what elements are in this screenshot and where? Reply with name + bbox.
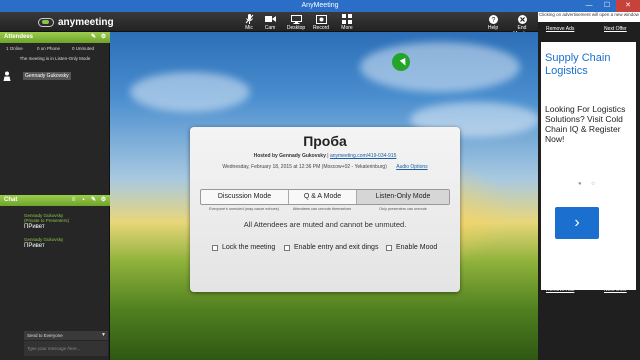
more-button[interactable]: More — [334, 14, 360, 31]
meeting-datetime: Wednesday, February 18, 2015 at 12:36 PM… — [222, 164, 387, 170]
presenter-icon — [3, 71, 11, 83]
maximize-button[interactable]: ☐ — [598, 0, 616, 12]
chat-input[interactable]: Type your message here... — [24, 341, 108, 356]
window-title: AnyMeeting — [301, 2, 339, 9]
ad-note: Clicking on advertisement will open a ne… — [538, 12, 640, 22]
chat-gear-icon[interactable]: ⚙ — [100, 197, 107, 204]
listen-only-mode-desc: Only presenters can unmute — [379, 207, 427, 211]
qa-mode-desc: Attendees can unmute themselves — [292, 207, 352, 211]
attendee-name: Gennady Gukovsky — [23, 72, 71, 80]
help-icon: ? — [480, 14, 506, 24]
qa-mode-button[interactable]: Q & A Mode — [289, 190, 357, 204]
send-to-select[interactable]: Send to Everyone ▼ — [24, 331, 108, 340]
meeting-stage: Проба Hosted by Gennady Gukovsky | anyme… — [110, 32, 538, 360]
attendees-title: Attendees — [4, 34, 34, 40]
ad-links-bottom: Remove Ads Next Offer — [538, 287, 640, 297]
entry-exit-dings-option[interactable]: Enable entry and exit dings — [284, 244, 378, 251]
desktop-label: Desktop — [286, 25, 306, 31]
ad-body: Looking For Logistics Solutions? Visit C… — [545, 104, 626, 144]
audio-options-link[interactable]: Audio Options — [396, 164, 427, 170]
gear-icon[interactable]: ⚙ — [100, 34, 107, 41]
host-name: Gennady Gukovsky — [279, 153, 326, 159]
more-icon — [334, 14, 360, 24]
advertisement[interactable]: Supply Chain Logistics Looking For Logis… — [541, 42, 636, 290]
help-button[interactable]: ? Help — [480, 14, 506, 31]
ad-title[interactable]: Supply Chain Logistics — [545, 52, 633, 78]
meeting-link[interactable]: anymeeting.com/419-034-915 — [330, 153, 396, 159]
online-count: 1 Online — [6, 46, 23, 51]
phone-count: 0 on Phone — [37, 46, 61, 51]
chat-text: ПРивет — [24, 243, 45, 249]
svg-text:?: ? — [491, 17, 495, 24]
toolbar: anymeeting Mic Cam Desktop Record More ? — [0, 12, 538, 37]
listen-only-note: The meeting is in Listen-Only Mode — [19, 56, 91, 61]
desktop-button[interactable]: Desktop — [283, 14, 309, 31]
logo-text: anymeeting — [58, 16, 114, 28]
record-label: Record — [312, 25, 330, 31]
lock-meeting-label: Lock the meeting — [222, 244, 276, 251]
chat-popout-icon[interactable]: ✎ — [90, 197, 97, 204]
desktop-icon — [283, 14, 309, 24]
ad-panel: Clicking on advertisement will open a ne… — [538, 12, 640, 360]
meeting-options: Lock the meeting Enable entry and exit d… — [212, 244, 452, 254]
cam-button[interactable]: Cam — [257, 14, 283, 31]
end-meeting-button[interactable]: End Meeting — [508, 14, 536, 37]
mode-selector: Discussion Mode Q & A Mode Listen-Only M… — [200, 189, 450, 205]
chat-save-icon[interactable]: ▪ — [80, 197, 87, 204]
attendee-row[interactable]: Gennady Gukovsky — [3, 71, 107, 81]
listen-only-mode-button[interactable]: Listen-Only Mode — [357, 190, 449, 204]
attendees-header: Attendees ✎ ⚙ — [0, 32, 110, 43]
minimize-button[interactable]: — — [580, 0, 598, 12]
background-cloud — [130, 72, 250, 112]
end-meeting-icon — [508, 14, 536, 24]
ad-pager-dots[interactable]: ● ○ — [578, 181, 599, 187]
background-cloud — [360, 42, 520, 92]
date-line: Wednesday, February 18, 2015 at 12:36 PM… — [190, 164, 460, 170]
attendee-stats: 1 Online 0 on Phone 0 Unmuted — [0, 46, 110, 54]
chat-title: Chat — [4, 197, 18, 203]
discussion-mode-desc: Everyone's unmuted (may cause echoes) — [209, 207, 279, 211]
entry-exit-dings-checbox[interactable] — [284, 244, 290, 251]
ad-links-top: Remove Ads Next Offer — [538, 26, 640, 36]
hosted-by-prefix: Hosted by — [253, 153, 278, 159]
chat-clear-icon[interactable]: ≡ — [70, 197, 77, 204]
cam-label: Cam — [264, 25, 276, 31]
meeting-info-panel: Проба Hosted by Gennady Gukovsky | anyme… — [190, 127, 460, 292]
attendee-settings-icon[interactable]: ✎ — [90, 34, 97, 41]
lock-meeting-option[interactable]: Lock the meeting — [212, 244, 275, 251]
more-label: More — [341, 25, 353, 31]
enable-mood-option[interactable]: Enable Mood — [386, 244, 437, 251]
record-icon — [308, 14, 334, 24]
logo-icon — [38, 17, 54, 27]
enable-mood-checkbox[interactable] — [386, 244, 392, 251]
left-sidebar: Attendees ✎ ⚙ 1 Online 0 on Phone 0 Unmu… — [0, 32, 110, 360]
camera-icon — [257, 14, 283, 24]
next-offer-link-bottom[interactable]: Next Offer — [604, 287, 627, 293]
chat-header: Chat ≡ ▪ ✎ ⚙ — [0, 195, 110, 206]
chat-text: ПРивет — [24, 224, 45, 230]
remove-ads-link[interactable]: Remove Ads — [546, 26, 574, 32]
next-offer-link[interactable]: Next Offer — [604, 26, 627, 32]
chat-message: Gennady Gukovsky ПРивет — [24, 237, 63, 250]
host-separator: | — [327, 153, 329, 159]
discussion-mode-button[interactable]: Discussion Mode — [201, 190, 289, 204]
help-label: Help — [487, 25, 499, 31]
window-titlebar: AnyMeeting — ☐ ✕ — [0, 0, 640, 12]
remove-ads-link-bottom[interactable]: Remove Ads — [546, 287, 574, 293]
host-line: Hosted by Gennady Gukovsky | anymeeting.… — [190, 153, 460, 159]
lock-meeting-checkbox[interactable] — [212, 244, 218, 251]
mute-status: All Attendees are muted and cannot be un… — [243, 220, 407, 229]
enable-mood-label: Enable Mood — [396, 244, 438, 251]
unmuted-count: 0 Unmuted — [72, 46, 95, 51]
close-window-button[interactable]: ✕ — [616, 0, 640, 12]
chevron-down-icon: ▼ — [101, 332, 106, 338]
record-button[interactable]: Record — [308, 14, 334, 31]
entry-exit-dings-label: Enable entry and exit dings — [294, 244, 379, 251]
chat-message: Gennady Gukovsky (Private to Presenters)… — [24, 213, 69, 231]
ad-next-arrow-icon[interactable]: › — [555, 207, 599, 239]
anymeeting-logo: anymeeting — [38, 16, 114, 28]
meeting-title: Проба — [303, 133, 347, 149]
send-to-value: Send to Everyone — [27, 333, 63, 338]
